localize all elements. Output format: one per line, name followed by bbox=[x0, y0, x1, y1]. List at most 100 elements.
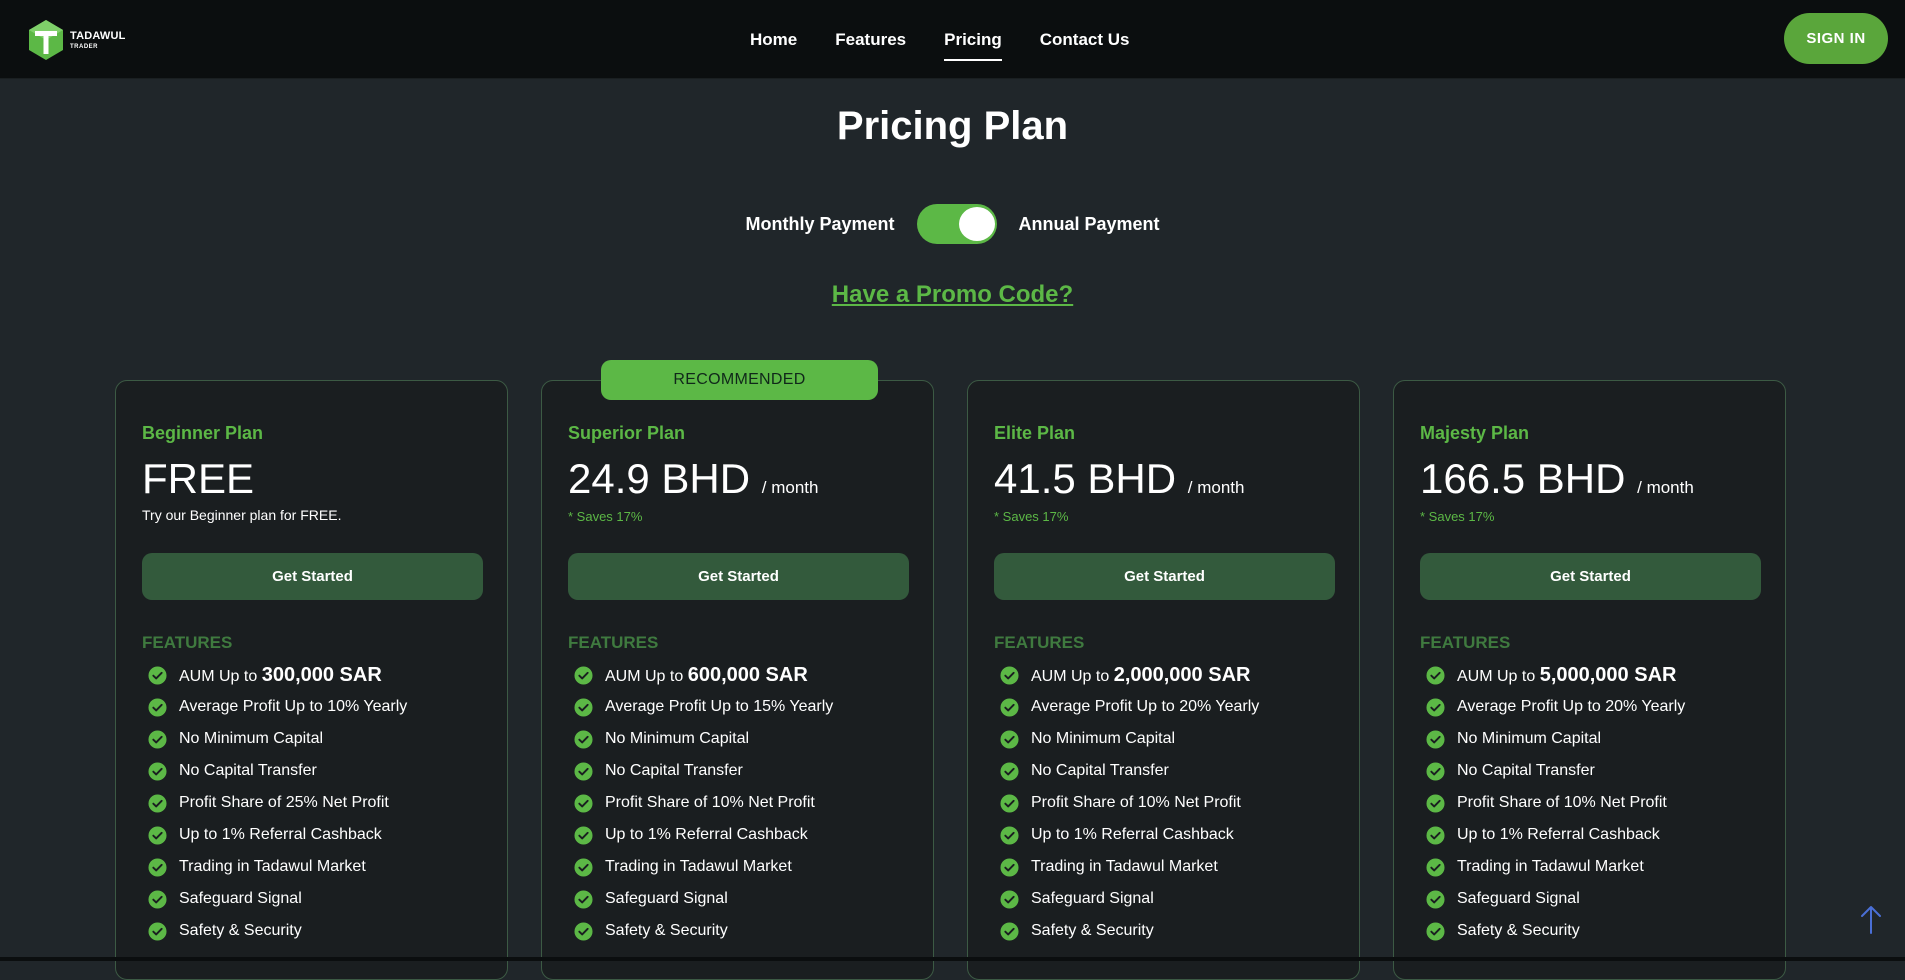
feature-text: Up to 1% Referral Cashback bbox=[1031, 826, 1234, 843]
billing-period-toggle[interactable] bbox=[916, 204, 997, 244]
feature-list: AUM Up to 300,000 SAR Average Profit Up … bbox=[148, 659, 407, 947]
feature-text: Trading in Tadawul Market bbox=[1457, 858, 1644, 875]
get-started-button[interactable]: Get Started bbox=[568, 553, 909, 600]
price-amount: FREE bbox=[142, 455, 255, 502]
feature-item: Up to 1% Referral Cashback bbox=[1426, 819, 1685, 851]
feature-text: No Capital Transfer bbox=[605, 762, 743, 779]
check-circle-icon bbox=[574, 857, 593, 877]
feature-text: Average Profit Up to 20% Yearly bbox=[1031, 698, 1260, 715]
feature-text: No Capital Transfer bbox=[1457, 762, 1595, 779]
feature-item: Up to 1% Referral Cashback bbox=[574, 819, 833, 851]
get-started-button[interactable]: Get Started bbox=[994, 553, 1335, 600]
feature-text: Profit Share of 10% Net Profit bbox=[605, 794, 815, 811]
aum-prefix: AUM Up to bbox=[179, 667, 258, 685]
feature-text: Safeguard Signal bbox=[179, 890, 302, 907]
arrow-up-icon[interactable] bbox=[1859, 905, 1883, 935]
brand-logo[interactable]: TADAWUL TRADER bbox=[28, 19, 126, 61]
brand-name: TADAWUL TRADER bbox=[70, 29, 126, 50]
check-circle-icon bbox=[1000, 825, 1019, 845]
aum-value: 600,000 SAR bbox=[687, 663, 808, 686]
plan-name: Elite Plan bbox=[994, 423, 1076, 443]
get-started-button[interactable]: Get Started bbox=[142, 553, 483, 600]
check-circle-icon bbox=[1000, 857, 1019, 877]
feature-text: Profit Share of 10% Net Profit bbox=[1457, 794, 1667, 811]
check-circle-icon bbox=[574, 761, 593, 781]
annual-payment-label[interactable]: Annual Payment bbox=[1019, 214, 1160, 235]
check-circle-icon bbox=[574, 793, 593, 813]
feature-item: Average Profit Up to 20% Yearly bbox=[1000, 691, 1259, 723]
plan-note: Try our Beginner plan for FREE. bbox=[142, 507, 342, 523]
check-circle-icon bbox=[148, 729, 167, 749]
feature-item: Average Profit Up to 15% Yearly bbox=[574, 691, 833, 723]
savings-note: * Saves 17% bbox=[568, 509, 643, 524]
nav-features[interactable]: Features bbox=[835, 30, 906, 50]
plan-name: Beginner Plan bbox=[142, 423, 264, 443]
promo-code-link[interactable]: Have a Promo Code? bbox=[0, 281, 1905, 309]
feature-item: Up to 1% Referral Cashback bbox=[148, 819, 407, 851]
price-period: / month bbox=[761, 478, 819, 497]
nav-home[interactable]: Home bbox=[750, 30, 797, 50]
price-period: / month bbox=[1637, 478, 1694, 497]
nav-contact-us[interactable]: Contact Us bbox=[1040, 30, 1130, 50]
brand-name-line2: TRADER bbox=[70, 43, 98, 50]
feature-text: Average Profit Up to 10% Yearly bbox=[179, 698, 408, 715]
nav-pricing[interactable]: Pricing bbox=[944, 30, 1002, 61]
get-started-button[interactable]: Get Started bbox=[1420, 553, 1761, 600]
check-circle-icon bbox=[1426, 889, 1445, 909]
feature-item: Profit Share of 10% Net Profit bbox=[574, 787, 833, 819]
feature-item: Up to 1% Referral Cashback bbox=[1000, 819, 1259, 851]
sign-in-button[interactable]: SIGN IN bbox=[1784, 13, 1888, 64]
feature-text: Safeguard Signal bbox=[1031, 890, 1154, 907]
check-circle-icon bbox=[574, 889, 593, 909]
feature-item-aum: AUM Up to 5,000,000 SAR bbox=[1426, 659, 1685, 691]
feature-list: AUM Up to 2,000,000 SAR Average Profit U… bbox=[1000, 659, 1259, 947]
feature-item: Safeguard Signal bbox=[1000, 883, 1259, 915]
feature-item: Safeguard Signal bbox=[148, 883, 407, 915]
feature-text: No Minimum Capital bbox=[605, 730, 750, 747]
aum-prefix: AUM Up to bbox=[1031, 667, 1110, 685]
feature-item: Safeguard Signal bbox=[1426, 883, 1685, 915]
bottom-edge bbox=[0, 957, 1905, 961]
feature-item: Safety & Security bbox=[1426, 915, 1685, 947]
check-circle-icon bbox=[1000, 665, 1019, 685]
check-circle-icon bbox=[1426, 697, 1445, 717]
features-heading: FEATURES bbox=[568, 633, 659, 652]
feature-list: AUM Up to 5,000,000 SAR Average Profit U… bbox=[1426, 659, 1685, 947]
check-circle-icon bbox=[148, 889, 167, 909]
feature-list: AUM Up to 600,000 SAR Average Profit Up … bbox=[574, 659, 833, 947]
feature-item: No Minimum Capital bbox=[1426, 723, 1685, 755]
plan-card-elite: Elite Plan 41.5 BHD / month * Saves 17% … bbox=[967, 380, 1360, 980]
check-circle-icon bbox=[1426, 665, 1445, 685]
feature-item: Safeguard Signal bbox=[574, 883, 833, 915]
feature-text: No Capital Transfer bbox=[179, 762, 317, 779]
check-circle-icon bbox=[1000, 921, 1019, 941]
check-circle-icon bbox=[574, 729, 593, 749]
check-circle-icon bbox=[148, 761, 167, 781]
features-heading: FEATURES bbox=[142, 633, 233, 652]
tadawul-logo-icon bbox=[29, 20, 63, 60]
feature-item: Trading in Tadawul Market bbox=[574, 851, 833, 883]
feature-text: Safety & Security bbox=[605, 922, 728, 939]
feature-text: Safety & Security bbox=[1457, 922, 1580, 939]
feature-item: Trading in Tadawul Market bbox=[1426, 851, 1685, 883]
feature-text: Safety & Security bbox=[1031, 922, 1154, 939]
feature-item: Trading in Tadawul Market bbox=[148, 851, 407, 883]
check-circle-icon bbox=[574, 921, 593, 941]
main-nav: Home Features Pricing Contact Us bbox=[750, 30, 1130, 61]
check-circle-icon bbox=[1000, 697, 1019, 717]
billing-toggle-row: Monthly Payment Annual Payment bbox=[0, 204, 1905, 244]
check-circle-icon bbox=[1426, 825, 1445, 845]
check-circle-icon bbox=[574, 697, 593, 717]
feature-text: Up to 1% Referral Cashback bbox=[179, 826, 382, 843]
check-circle-icon bbox=[148, 697, 167, 717]
feature-item: No Capital Transfer bbox=[1426, 755, 1685, 787]
feature-item-aum: AUM Up to 2,000,000 SAR bbox=[1000, 659, 1259, 691]
monthly-payment-label[interactable]: Monthly Payment bbox=[745, 214, 894, 235]
feature-item-aum: AUM Up to 300,000 SAR bbox=[148, 659, 407, 691]
feature-text: No Capital Transfer bbox=[1031, 762, 1169, 779]
aum-prefix: AUM Up to bbox=[605, 667, 684, 685]
brand-name-line1: TADAWUL bbox=[70, 29, 126, 42]
feature-text: Profit Share of 25% Net Profit bbox=[179, 794, 389, 811]
plan-name: Majesty Plan bbox=[1420, 423, 1530, 443]
plan-price: 41.5 BHD / month bbox=[994, 455, 1244, 503]
